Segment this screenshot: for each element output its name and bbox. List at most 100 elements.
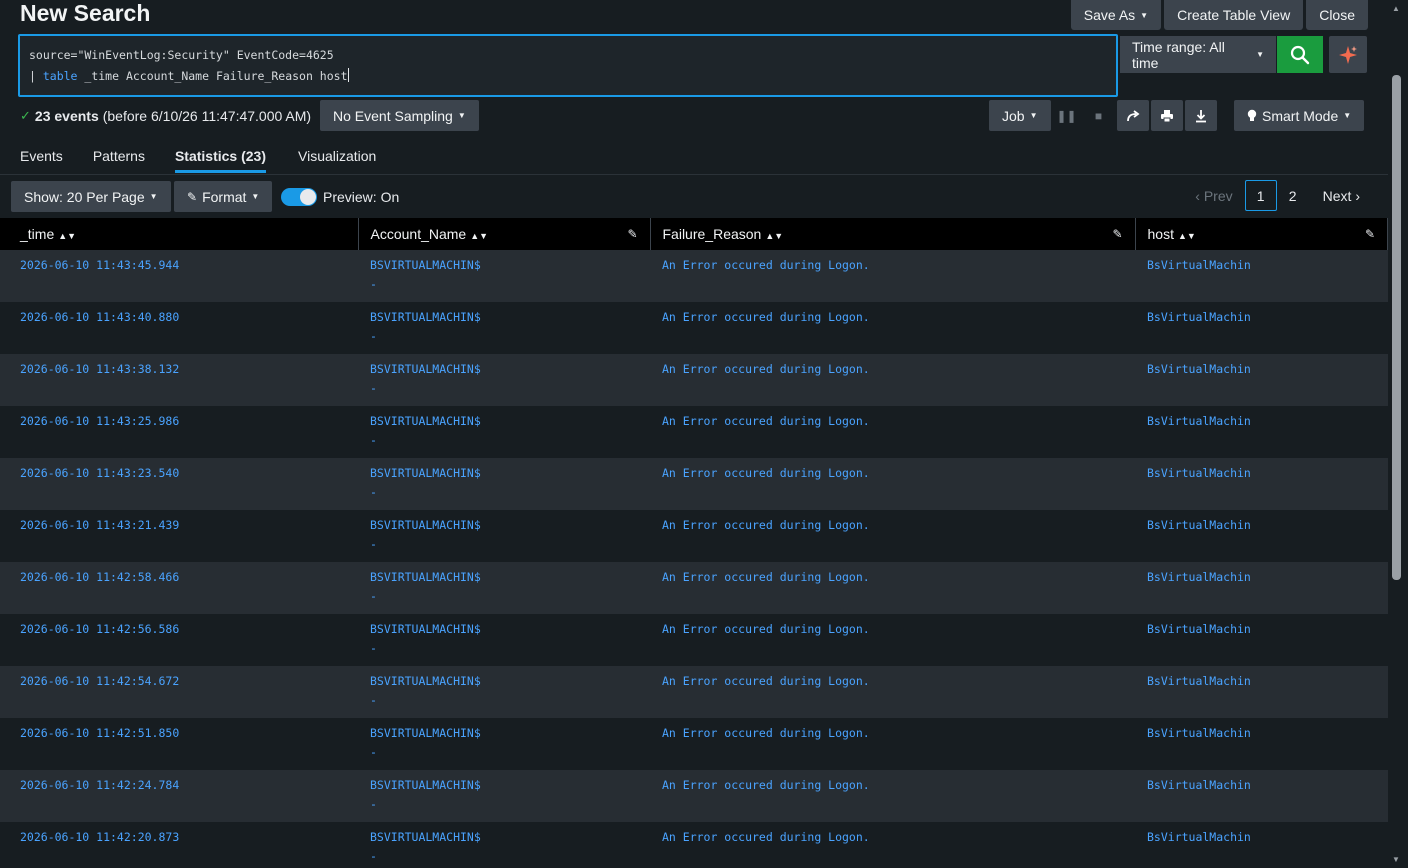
vertical-scrollbar[interactable]: ▲ ▼ — [1388, 0, 1408, 868]
account-name-secondary-value[interactable]: - — [370, 590, 638, 603]
account-name-secondary-value[interactable]: - — [370, 330, 638, 343]
tab-events[interactable]: Events — [20, 145, 63, 173]
cell-failure-reason[interactable]: An Error occured during Logon. — [650, 562, 1135, 614]
cell-failure-reason[interactable]: An Error occured during Logon. — [650, 354, 1135, 406]
account-name-value[interactable]: BSVIRTUALMACHIN$ — [370, 622, 481, 636]
cell-failure-reason[interactable]: An Error occured during Logon. — [650, 510, 1135, 562]
cell-failure-reason[interactable]: An Error occured during Logon. — [650, 250, 1135, 302]
cell-time[interactable]: 2026-06-10 11:42:56.586 — [0, 614, 358, 666]
cell-failure-reason[interactable]: An Error occured during Logon. — [650, 614, 1135, 666]
prev-page-button[interactable]: ‹ Prev — [1183, 188, 1244, 204]
account-name-secondary-value[interactable]: - — [370, 694, 638, 707]
print-button[interactable] — [1150, 100, 1183, 131]
account-name-value[interactable]: BSVIRTUALMACHIN$ — [370, 726, 481, 740]
cell-account-name[interactable]: BSVIRTUALMACHIN$ - — [358, 406, 650, 458]
account-name-value[interactable]: BSVIRTUALMACHIN$ — [370, 830, 481, 844]
account-name-value[interactable]: BSVIRTUALMACHIN$ — [370, 674, 481, 688]
edit-column-icon[interactable]: ✎ — [1365, 227, 1375, 241]
cell-host[interactable]: BsVirtualMachin — [1135, 458, 1388, 510]
pause-button[interactable]: ❚❚ — [1051, 100, 1083, 131]
export-button[interactable] — [1184, 100, 1217, 131]
cell-failure-reason[interactable]: An Error occured during Logon. — [650, 302, 1135, 354]
cell-account-name[interactable]: BSVIRTUALMACHIN$ - — [358, 562, 650, 614]
cell-host[interactable]: BsVirtualMachin — [1135, 510, 1388, 562]
column-header-host[interactable]: host ▲▼ ✎ — [1135, 218, 1388, 250]
tab-statistics[interactable]: Statistics (23) — [174, 145, 266, 173]
ai-assistant-button[interactable] — [1329, 36, 1367, 73]
cell-failure-reason[interactable]: An Error occured during Logon. — [650, 822, 1135, 868]
cell-time[interactable]: 2026-06-10 11:42:24.784 — [0, 770, 358, 822]
cell-time[interactable]: 2026-06-10 11:42:54.672 — [0, 666, 358, 718]
column-header-failure-reason[interactable]: Failure_Reason ▲▼ ✎ — [650, 218, 1136, 250]
tab-visualization[interactable]: Visualization — [298, 145, 376, 173]
cell-host[interactable]: BsVirtualMachin — [1135, 822, 1388, 868]
account-name-secondary-value[interactable]: - — [370, 746, 638, 759]
cell-time[interactable]: 2026-06-10 11:43:23.540 — [0, 458, 358, 510]
share-button[interactable] — [1116, 100, 1149, 131]
cell-account-name[interactable]: BSVIRTUALMACHIN$ - — [358, 302, 650, 354]
cell-time[interactable]: 2026-06-10 11:42:58.466 — [0, 562, 358, 614]
column-header-account-name[interactable]: Account_Name ▲▼ ✎ — [358, 218, 651, 250]
format-dropdown[interactable]: ✎ Format ▼ — [174, 181, 273, 212]
cell-host[interactable]: BsVirtualMachin — [1135, 562, 1388, 614]
account-name-value[interactable]: BSVIRTUALMACHIN$ — [370, 414, 481, 428]
cell-host[interactable]: BsVirtualMachin — [1135, 666, 1388, 718]
cell-account-name[interactable]: BSVIRTUALMACHIN$ - — [358, 718, 650, 770]
rows-per-page-dropdown[interactable]: Show: 20 Per Page ▼ — [11, 181, 171, 212]
cell-failure-reason[interactable]: An Error occured during Logon. — [650, 406, 1135, 458]
cell-failure-reason[interactable]: An Error occured during Logon. — [650, 666, 1135, 718]
account-name-secondary-value[interactable]: - — [370, 278, 638, 291]
cell-account-name[interactable]: BSVIRTUALMACHIN$ - — [358, 354, 650, 406]
search-mode-dropdown[interactable]: Smart Mode ▼ — [1234, 100, 1365, 131]
account-name-value[interactable]: BSVIRTUALMACHIN$ — [370, 778, 481, 792]
close-button[interactable]: Close — [1306, 0, 1368, 30]
edit-column-icon[interactable]: ✎ — [1112, 227, 1122, 241]
cell-time[interactable]: 2026-06-10 11:42:20.873 — [0, 822, 358, 868]
cell-failure-reason[interactable]: An Error occured during Logon. — [650, 458, 1135, 510]
cell-host[interactable]: BsVirtualMachin — [1135, 250, 1388, 302]
account-name-secondary-value[interactable]: - — [370, 486, 638, 499]
cell-time[interactable]: 2026-06-10 11:42:51.850 — [0, 718, 358, 770]
cell-account-name[interactable]: BSVIRTUALMACHIN$ - — [358, 770, 650, 822]
page-2-button[interactable]: 2 — [1277, 180, 1309, 211]
cell-time[interactable]: 2026-06-10 11:43:38.132 — [0, 354, 358, 406]
cell-failure-reason[interactable]: An Error occured during Logon. — [650, 770, 1135, 822]
save-as-button[interactable]: Save As ▼ — [1070, 0, 1162, 30]
search-button[interactable] — [1277, 36, 1323, 73]
account-name-secondary-value[interactable]: - — [370, 382, 638, 395]
cell-host[interactable]: BsVirtualMachin — [1135, 614, 1388, 666]
account-name-value[interactable]: BSVIRTUALMACHIN$ — [370, 258, 481, 272]
cell-time[interactable]: 2026-06-10 11:43:45.944 — [0, 250, 358, 302]
time-range-picker[interactable]: Time range: All time ▼ — [1120, 36, 1276, 73]
preview-toggle[interactable] — [281, 188, 317, 206]
cell-host[interactable]: BsVirtualMachin — [1135, 770, 1388, 822]
account-name-value[interactable]: BSVIRTUALMACHIN$ — [370, 570, 481, 584]
account-name-secondary-value[interactable]: - — [370, 798, 638, 811]
column-header-time[interactable]: _time ▲▼ — [0, 218, 359, 250]
next-page-button[interactable]: Next › — [1309, 188, 1368, 204]
cell-account-name[interactable]: BSVIRTUALMACHIN$ - — [358, 614, 650, 666]
cell-failure-reason[interactable]: An Error occured during Logon. — [650, 718, 1135, 770]
account-name-secondary-value[interactable]: - — [370, 642, 638, 655]
stop-button[interactable]: ■ — [1083, 100, 1115, 131]
account-name-value[interactable]: BSVIRTUALMACHIN$ — [370, 362, 481, 376]
create-table-view-button[interactable]: Create Table View — [1164, 0, 1304, 30]
cell-time[interactable]: 2026-06-10 11:43:25.986 — [0, 406, 358, 458]
edit-column-icon[interactable]: ✎ — [627, 227, 637, 241]
cell-host[interactable]: BsVirtualMachin — [1135, 718, 1388, 770]
event-sampling-dropdown[interactable]: No Event Sampling ▼ — [320, 100, 479, 131]
cell-account-name[interactable]: BSVIRTUALMACHIN$ - — [358, 822, 650, 868]
scroll-up-icon[interactable]: ▲ — [1392, 4, 1400, 13]
account-name-secondary-value[interactable]: - — [370, 538, 638, 551]
account-name-value[interactable]: BSVIRTUALMACHIN$ — [370, 310, 481, 324]
cell-account-name[interactable]: BSVIRTUALMACHIN$ - — [358, 666, 650, 718]
cell-host[interactable]: BsVirtualMachin — [1135, 354, 1388, 406]
cell-host[interactable]: BsVirtualMachin — [1135, 302, 1388, 354]
account-name-value[interactable]: BSVIRTUALMACHIN$ — [370, 518, 481, 532]
scroll-down-icon[interactable]: ▼ — [1392, 855, 1400, 864]
search-query-input[interactable]: source="WinEventLog:Security" EventCode=… — [18, 34, 1118, 97]
account-name-secondary-value[interactable]: - — [370, 850, 638, 863]
cell-account-name[interactable]: BSVIRTUALMACHIN$ - — [358, 250, 650, 302]
tab-patterns[interactable]: Patterns — [93, 145, 145, 173]
page-1-button[interactable]: 1 — [1244, 180, 1277, 211]
